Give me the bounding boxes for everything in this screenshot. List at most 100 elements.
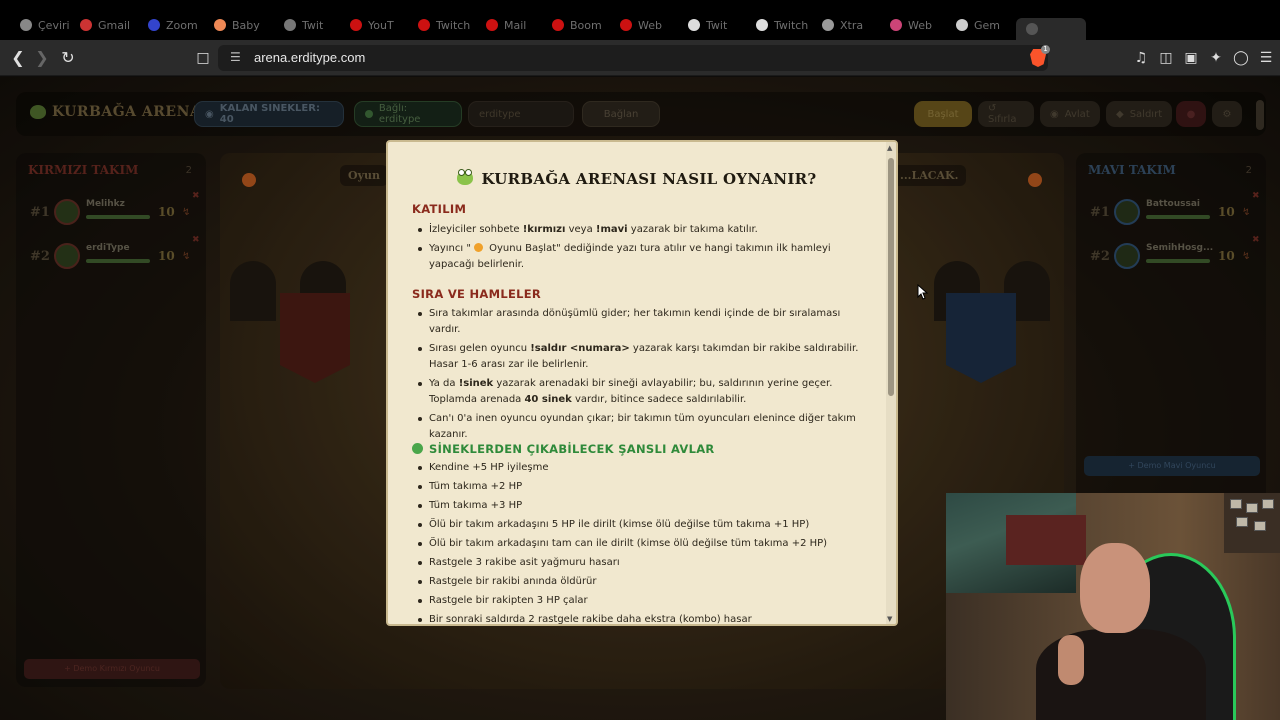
url-text[interactable]: arena.erditype.com <box>254 50 365 65</box>
list-item: Can'ı 0'a inen oyuncu oyundan çıkar; bir… <box>416 411 866 443</box>
browser-tab-active[interactable] <box>1016 18 1086 40</box>
list-item: Yayıncı " Oyunu Başlat" dediğinde yazı t… <box>416 241 866 273</box>
list-item: Ölü bir takım arkadaşını tam can ile dir… <box>416 536 866 552</box>
music-icon[interactable]: ♫ <box>1132 49 1150 67</box>
scroll-up-icon[interactable]: ▲ <box>887 144 892 152</box>
bookmark-icon[interactable]: □ <box>193 48 213 68</box>
list-item: Rastgele bir rakibi anında öldürür <box>416 574 866 590</box>
section-heading-katilim: KATILIM <box>412 202 467 216</box>
text: İzleyiciler sohbete <box>429 224 523 235</box>
browser-tab[interactable]: Çeviri <box>20 14 70 36</box>
back-icon[interactable]: ❮ <box>8 48 28 68</box>
browser-tab[interactable]: Twit <box>688 14 727 36</box>
tab-label: Twitch <box>436 18 471 32</box>
text: Sırası gelen oyuncu <box>429 343 531 354</box>
reload-icon[interactable]: ↻ <box>58 48 78 68</box>
tab-favicon-icon <box>1026 23 1038 35</box>
modal-content[interactable]: KURBAĞA ARENASI NASIL OYNANIR? KATILIM İ… <box>388 142 886 624</box>
list-item: Ya da !sinek yazarak arenadaki bir sineğ… <box>416 376 866 408</box>
tab-label: Zoom <box>166 18 198 32</box>
fly-count: 40 sinek <box>524 394 572 405</box>
tab-favicon-icon <box>552 19 564 31</box>
browser-tab-strip: Çeviri Gmail Zoom Baby Twit YouT Twitch … <box>0 0 1280 40</box>
webcam-overlay <box>946 493 1280 720</box>
text: veya <box>565 224 596 235</box>
modal-title-text: KURBAĞA ARENASI NASIL OYNANIR? <box>481 170 817 188</box>
tab-favicon-icon <box>284 19 296 31</box>
browser-tab[interactable]: Web <box>620 14 662 36</box>
browser-tab[interactable]: Twitch <box>756 14 808 36</box>
tab-favicon-icon <box>418 19 430 31</box>
vpn-icon[interactable]: ◯ <box>1232 49 1250 67</box>
browser-tab[interactable]: Xtra <box>822 14 863 36</box>
command-attack: !saldır <numara> <box>530 343 630 354</box>
tab-label: YouT <box>368 18 394 32</box>
shield-count-badge: 1 <box>1041 45 1050 54</box>
list-item: Bir sonraki saldırda 2 rastgele rakibe d… <box>416 612 866 624</box>
text: Oyunu Başlat" dediğinde yazı tura atılır… <box>429 243 831 270</box>
list-item: İzleyiciler sohbete !kırmızı veya !mavi … <box>416 222 866 238</box>
mouse-cursor-icon <box>917 284 929 300</box>
tab-label: Mail <box>504 18 527 32</box>
webcam-photo <box>1246 503 1258 513</box>
browser-tab[interactable]: Twit <box>284 14 323 36</box>
site-settings-icon[interactable]: ☰ <box>230 50 241 64</box>
tab-label: Web <box>908 18 932 32</box>
tab-favicon-icon <box>214 19 226 31</box>
tab-favicon-icon <box>80 19 92 31</box>
tab-favicon-icon <box>486 19 498 31</box>
command-blue: !mavi <box>595 224 628 235</box>
scroll-down-icon[interactable]: ▼ <box>887 615 892 623</box>
avlar-list: Kendine +5 HP iyileşme Tüm takıma +2 HP … <box>416 460 866 624</box>
text: Yayıncı " <box>429 243 471 254</box>
webcam-person-head <box>1080 543 1150 633</box>
webcam-photo <box>1230 499 1242 509</box>
tab-label: Twitch <box>774 18 809 32</box>
tab-favicon-icon <box>890 19 902 31</box>
forward-icon[interactable]: ❯ <box>32 48 52 68</box>
address-bar[interactable]: ☰ arena.erditype.com <box>218 45 1048 71</box>
browser-tab[interactable]: Twitch <box>418 14 470 36</box>
browser-tab[interactable]: Mail <box>486 14 526 36</box>
modal-title: KURBAĞA ARENASI NASIL OYNANIR? <box>388 169 886 188</box>
tab-label: Baby <box>232 18 260 32</box>
list-item: Rastgele 3 rakibe asit yağmuru hasarı <box>416 555 866 571</box>
tab-label: Boom <box>570 18 602 32</box>
sun-icon <box>473 243 483 252</box>
tab-label: Web <box>638 18 662 32</box>
section-heading-sira: SIRA VE HAMLELER <box>412 287 542 301</box>
menu-icon[interactable]: ☰ <box>1257 49 1275 67</box>
browser-tab[interactable]: Boom <box>552 14 602 36</box>
frog-icon <box>457 169 474 185</box>
webcam-photo <box>1236 517 1248 527</box>
browser-toolbar: ❮ ❯ ↻ □ ☰ arena.erditype.com 1 ♫ ◫ ▣ ✦ ◯… <box>0 40 1280 76</box>
list-item: Tüm takıma +2 HP <box>416 479 866 495</box>
leo-ai-icon[interactable]: ✦ <box>1207 49 1225 67</box>
tab-favicon-icon <box>20 19 32 31</box>
text: Ya da <box>429 378 459 389</box>
browser-tab[interactable]: Web <box>890 14 932 36</box>
browser-tab[interactable]: Gmail <box>80 14 130 36</box>
command-red: !kırmızı <box>522 224 566 235</box>
list-item: Rastgele bir rakipten 3 HP çalar <box>416 593 866 609</box>
browser-tab[interactable]: Gem <box>956 14 1000 36</box>
tab-favicon-icon <box>148 19 160 31</box>
section-heading-avlar: SİNEKLERDEN ÇIKABİLECEK ŞANSLI AVLAR <box>412 442 715 456</box>
browser-tab[interactable]: Baby <box>214 14 260 36</box>
tab-favicon-icon <box>620 19 632 31</box>
tab-favicon-icon <box>756 19 768 31</box>
sidebar-icon[interactable]: ◫ <box>1157 49 1175 67</box>
command-fly: !sinek <box>458 378 494 389</box>
list-item: Ölü bir takım arkadaşını 5 HP ile dirilt… <box>416 517 866 533</box>
wallet-icon[interactable]: ▣ <box>1182 49 1200 67</box>
browser-tab[interactable]: YouT <box>350 14 394 36</box>
webcam-monitor-detail <box>1006 515 1086 565</box>
tab-favicon-icon <box>822 19 834 31</box>
list-item: Kendine +5 HP iyileşme <box>416 460 866 476</box>
browser-tab[interactable]: Zoom <box>148 14 198 36</box>
tab-favicon-icon <box>350 19 362 31</box>
scroll-thumb[interactable] <box>888 158 894 396</box>
text: yazarak bir takıma katılır. <box>627 224 758 235</box>
tab-label: Gem <box>974 18 1001 32</box>
modal-scrollbar[interactable]: ▲ ▼ <box>886 142 896 624</box>
